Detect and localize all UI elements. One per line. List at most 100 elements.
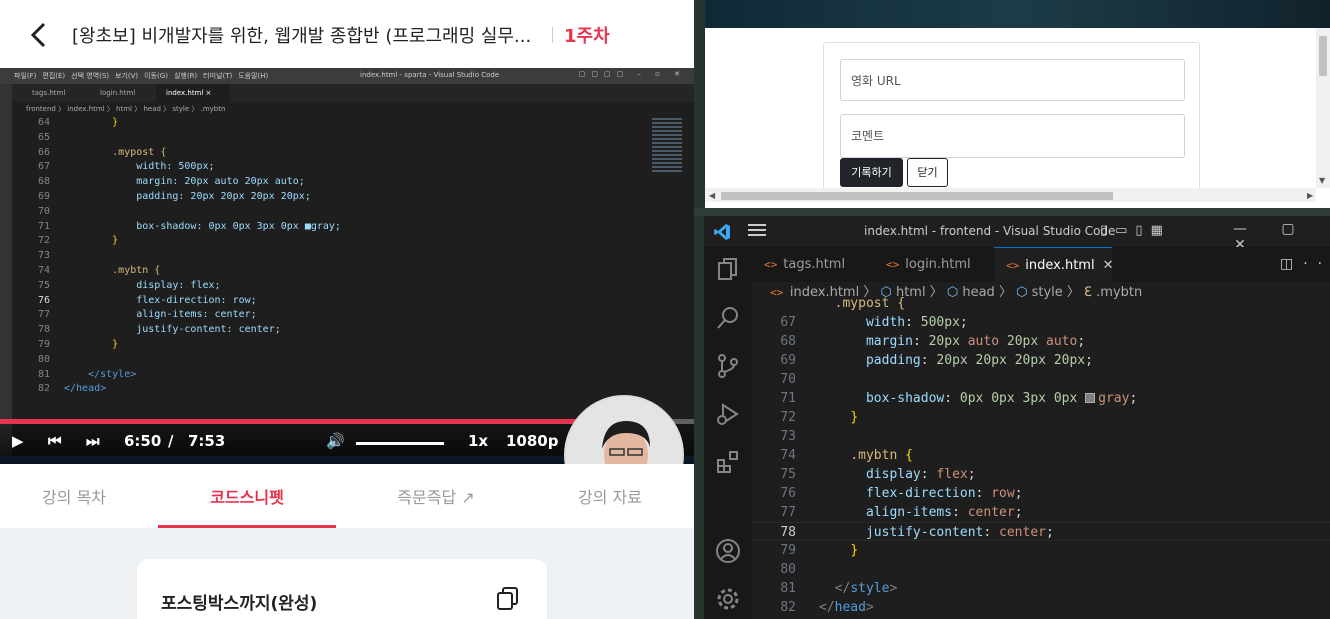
lecture-title: [왕초보] 비개발자를 위한, 웹개발 종합반 (프로그래밍 실무... [72, 26, 532, 47]
lecture-week-badge: 1주차 [564, 26, 610, 47]
tab-index-html[interactable]: <> index.html ✕ [994, 247, 1114, 282]
tab-tags-html[interactable]: <> tags.html [752, 247, 870, 282]
back-button[interactable] [24, 20, 52, 50]
scrollbar-thumb[interactable] [1319, 36, 1327, 76]
maximize-icon[interactable]: ▢ [1264, 221, 1312, 237]
video-inner-menu-item: 편집(E) [42, 72, 66, 80]
video-code-line: 71 box-shadow: 0px 0px 3px 0px ■gray; [37, 220, 341, 232]
tab-lecture-materials[interactable]: 강의 자료 [536, 484, 684, 508]
video-inner-menu-item: 보기(V) [115, 72, 139, 80]
lecture-tabs: 강의 목차 코드스니펫 즉문즉답 ↗ 강의 자료 [0, 464, 694, 528]
vscode-window-title: index.html - frontend - Visual Studio Co… [864, 224, 1116, 238]
video-inner-tabs: tags.html login.html index.html × [12, 84, 694, 102]
run-debug-icon[interactable] [715, 401, 741, 427]
video-inner-menu-item: 도움말(H) [238, 72, 269, 80]
color-swatch[interactable] [1085, 393, 1096, 403]
skip-forward-icon[interactable]: ⏭ [86, 432, 100, 450]
play-icon[interactable]: ▶ [12, 432, 24, 450]
code-editor[interactable]: .mypost { 67 width: 500px; 68 margin: 20… [752, 296, 1330, 619]
scroll-left-icon[interactable]: ◀ [709, 191, 715, 200]
current-time: 6:50 [124, 432, 162, 450]
skip-back-icon[interactable]: ⏮ [48, 432, 62, 450]
video-inner-menu-item: 선택 영역(S) [71, 72, 110, 80]
video-inner-activity-bar [0, 84, 12, 464]
code-line-current: 78 justify-content: center; [752, 522, 1330, 541]
close-button[interactable]: 닫기 [907, 158, 948, 187]
code-line: 79 } [780, 543, 859, 558]
search-icon[interactable] [715, 305, 741, 331]
video-code-line: 75 display: flex; [37, 279, 221, 291]
scrollbar-thumb[interactable] [721, 192, 1113, 200]
tab-label: login.html [905, 257, 971, 272]
scroll-right-icon[interactable]: ▶ [1307, 191, 1313, 200]
video-player[interactable]: 파일(F) 편집(E) 선택 영역(S) 보기(V) 이동(G) 실행(R) 터미널(T) 도… [0, 68, 694, 464]
movie-url-input[interactable]: 영화 URL [840, 59, 1185, 101]
tab-label: tags.html [783, 257, 846, 272]
quality-button[interactable]: 1080p [506, 432, 559, 450]
video-code-line: 78 justify-content: center; [37, 324, 281, 336]
video-inner-menu-item: 파일(F) [14, 72, 37, 80]
code-line: 74 .mybtn { [780, 448, 913, 463]
editor-actions[interactable]: ◫··· [1280, 256, 1330, 272]
tab-login-html[interactable]: <> login.html [874, 247, 994, 282]
tab-lecture-toc[interactable]: 강의 목차 [0, 484, 148, 508]
speed-button[interactable]: 1x [468, 432, 488, 450]
more-actions-icon[interactable]: ··· [1303, 256, 1330, 272]
video-inner-menu: 파일(F) 편집(E) 선택 영역(S) 보기(V) 이동(G) 실행(R) 터미널(T) 도… [14, 71, 274, 81]
explorer-icon[interactable] [715, 257, 741, 283]
close-tab-icon[interactable]: ✕ [1103, 258, 1114, 273]
video-inner-minimap [648, 116, 686, 416]
title-divider [552, 27, 553, 43]
video-inner-window-title: index.html - sparta - Visual Studio Code [360, 71, 500, 79]
vscode-window: index.html - frontend - Visual Studio Co… [704, 216, 1330, 619]
video-inner-titlebar: 파일(F) 편집(E) 선택 영역(S) 보기(V) 이동(G) 실행(R) 터미널(T) 도… [0, 68, 694, 84]
account-icon[interactable] [715, 538, 741, 564]
video-code-line: 79 } [37, 339, 119, 350]
copy-button[interactable] [495, 585, 521, 611]
split-editor-icon[interactable]: ◫ [1280, 256, 1303, 272]
browser-preview: 영화 URL 코멘트 기록하기 닫기 ◀ ▶ ▼ [705, 0, 1330, 208]
code-line: 75 display: flex; [780, 467, 976, 482]
code-line: 80 [780, 562, 796, 577]
lecture-pane: [왕초보] 비개발자를 위한, 웹개발 종합반 (프로그래밍 실무... 1주차… [0, 0, 694, 619]
video-code-line: 74 .mybtn { [37, 265, 161, 276]
source-control-icon[interactable] [715, 353, 741, 379]
video-code-line: 81 </style> [37, 368, 137, 380]
video-code-line: 82 </head> [37, 383, 107, 395]
video-code-line: 69 padding: 20px 20px 20px 20px; [37, 191, 311, 202]
chevron-left-icon [30, 22, 46, 48]
video-inner-tab-active: index.html × [156, 84, 230, 102]
video-code-line: 66 .mypost { [37, 146, 167, 158]
time-separator: / [168, 432, 174, 450]
video-inner-menu-item: 실행(R) [173, 72, 198, 80]
video-inner-window-controls: ▢▢▢▢ – ▫ ✕ [578, 70, 686, 78]
video-inner-menu-item: 이동(G) [144, 72, 168, 80]
video-code-line: 64 } [37, 117, 119, 128]
tab-qna[interactable]: 즉문즉답 ↗ [346, 484, 526, 508]
volume-icon[interactable]: 🔊 [326, 432, 345, 450]
settings-gear-icon[interactable] [715, 586, 741, 612]
code-line: 73 [780, 429, 796, 444]
vertical-scrollbar[interactable] [1316, 28, 1330, 188]
video-inner-menu-item: 터미널(T) [203, 72, 233, 80]
tab-qna-label: 즉문즉답 [397, 488, 457, 507]
tab-label: index.html [1025, 258, 1095, 273]
video-code-line: 68 margin: 20px auto 20px auto; [37, 176, 305, 188]
horizontal-scrollbar[interactable] [705, 188, 1316, 202]
scroll-down-icon[interactable]: ▼ [1319, 176, 1325, 185]
video-code-line: 77 align-items: center; [37, 309, 257, 321]
extensions-icon[interactable] [715, 449, 741, 475]
layout-controls[interactable]: ▯▭▯▦ [1100, 223, 1171, 238]
code-line: 72 } [780, 410, 859, 425]
vscode-logo-icon [714, 224, 730, 240]
video-code-line: 65 [37, 131, 50, 143]
minimize-icon[interactable]: — [1216, 221, 1264, 237]
snippet-title: 포스팅박스까지(완성) [161, 594, 318, 614]
volume-slider[interactable] [356, 442, 444, 445]
video-inner-breadcrumb: frontend 〉 index.html 〉 html 〉 head 〉 st… [26, 105, 226, 113]
duration: 7:53 [188, 432, 226, 450]
hamburger-menu-icon[interactable] [748, 224, 766, 238]
tab-code-snippet[interactable]: 코드스니펫 [158, 484, 336, 508]
save-record-button[interactable]: 기록하기 [840, 158, 903, 187]
comment-textarea[interactable]: 코멘트 [840, 114, 1185, 158]
